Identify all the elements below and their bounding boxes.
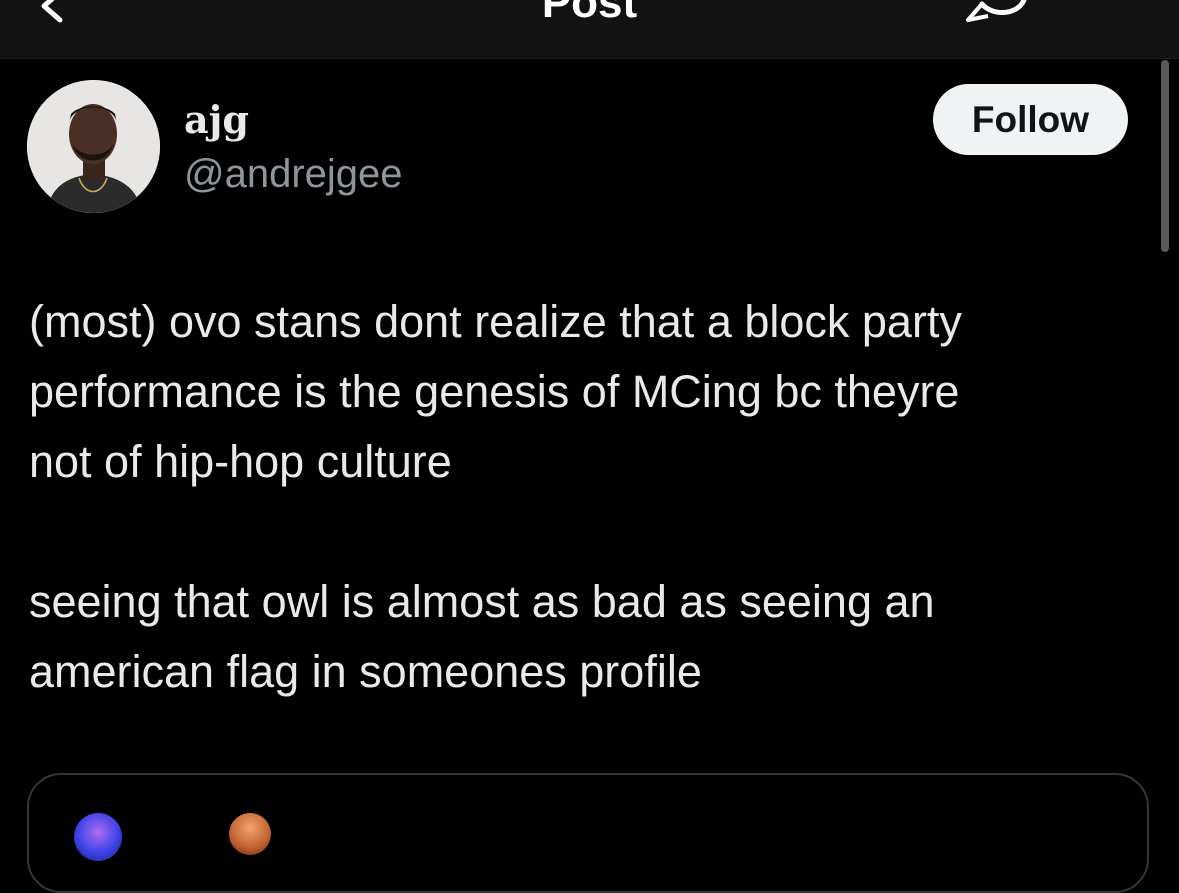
author-handle[interactable]: @andrejgee [184, 150, 403, 198]
follow-button[interactable]: Follow [933, 84, 1128, 155]
avatar[interactable] [27, 80, 160, 213]
post-paragraph: seeing that owl is almost as bad as seei… [29, 576, 935, 697]
top-bar: Post [0, 0, 1179, 59]
quoted-post-card[interactable] [27, 773, 1149, 893]
post-paragraph: (most) ovo stans dont realize that a blo… [29, 296, 962, 487]
quoted-post-avatar [74, 813, 122, 861]
quoted-post-emoji [229, 813, 271, 855]
post-text: (most) ovo stans dont realize that a blo… [29, 287, 1139, 707]
avatar-portrait [27, 80, 160, 213]
scrollbar[interactable] [1161, 60, 1169, 252]
reply-icon[interactable] [962, 0, 1032, 26]
author-name[interactable]: ajg [184, 96, 249, 144]
